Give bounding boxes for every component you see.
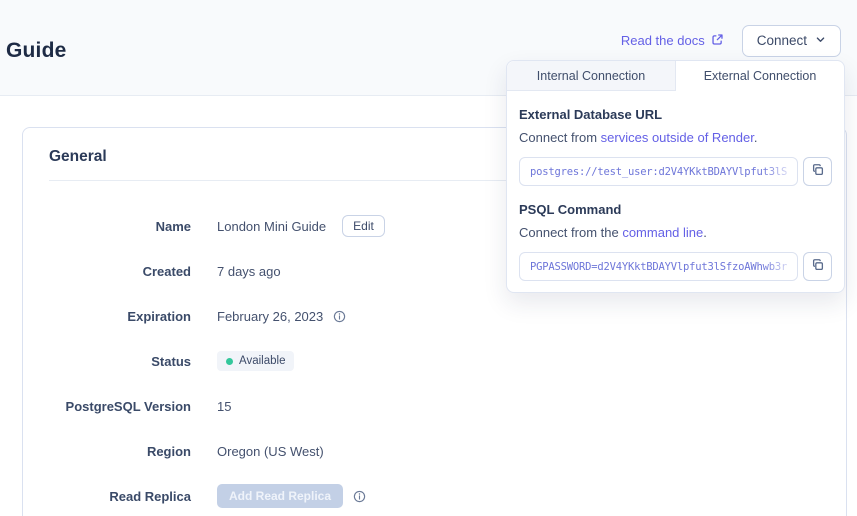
field-value: February 26, 2023 [217,309,346,324]
field-label: Created [23,264,191,279]
psql-command-heading: PSQL Command [519,202,832,217]
field-row-postgresql-version: PostgreSQL Version 15 [23,394,846,418]
page-title: Guide [6,39,67,63]
info-icon[interactable] [333,310,346,323]
connect-popover: Internal Connection External Connection … [506,60,845,293]
page: Guide Read the docs Connect [0,0,857,516]
field-label: Read Replica [23,489,191,504]
external-database-url-desc: Connect from services outside of Render. [519,130,832,145]
services-outside-render-link[interactable]: services outside of Render [601,130,754,145]
name-value: London Mini Guide [217,219,326,234]
copy-icon [811,258,825,275]
field-value: Oregon (US West) [217,444,324,459]
copy-external-url-button[interactable] [803,157,832,186]
field-row-read-replica: Read Replica Add Read Replica [23,484,846,508]
read-the-docs-link[interactable]: Read the docs [621,33,724,49]
external-database-url-heading: External Database URL [519,107,832,122]
connect-button[interactable]: Connect [742,25,841,57]
version-value: 15 [217,399,231,414]
command-line-link[interactable]: command line [622,225,703,240]
field-row-region: Region Oregon (US West) [23,439,846,463]
copy-icon [811,163,825,180]
add-read-replica-button: Add Read Replica [217,484,343,508]
field-label: Name [23,219,191,234]
status-badge: Available [217,351,294,371]
expiration-value: February 26, 2023 [217,309,323,324]
edit-name-button[interactable]: Edit [342,215,385,237]
info-icon[interactable] [353,490,366,503]
field-value: London Mini Guide Edit [217,215,385,237]
external-database-url-input[interactable] [519,157,798,186]
tab-internal-connection[interactable]: Internal Connection [507,61,676,91]
desc-text: Connect from the [519,225,622,240]
chevron-down-icon [815,33,826,48]
field-label: PostgreSQL Version [23,399,191,414]
external-url-row [519,157,832,186]
external-url-field-wrap [519,157,798,186]
region-value: Oregon (US West) [217,444,324,459]
copy-psql-command-button[interactable] [803,252,832,281]
psql-command-desc: Connect from the command line. [519,225,832,240]
field-label: Region [23,444,191,459]
desc-text: . [754,130,758,145]
field-value: 15 [217,399,231,414]
psql-command-field-wrap [519,252,798,281]
desc-text: Connect from [519,130,601,145]
external-link-icon [711,33,724,49]
status-badge-label: Available [239,355,285,367]
field-row-status: Status Available [23,349,846,373]
psql-command-input[interactable] [519,252,798,281]
field-value: Add Read Replica [217,484,366,508]
psql-command-row [519,252,832,281]
connection-tabs: Internal Connection External Connection [507,61,844,91]
field-row-expiration: Expiration February 26, 2023 [23,304,846,328]
read-the-docs-label: Read the docs [621,33,705,48]
field-label: Expiration [23,309,191,324]
popover-body: External Database URL Connect from servi… [507,91,844,281]
desc-text: . [703,225,707,240]
connect-button-label: Connect [757,33,807,48]
status-dot-icon [226,358,233,365]
field-value: 7 days ago [217,264,281,279]
field-value: Available [217,351,294,371]
header-actions: Read the docs Connect [621,25,841,57]
created-value: 7 days ago [217,264,281,279]
tab-external-connection[interactable]: External Connection [676,61,844,91]
field-label: Status [23,354,191,369]
